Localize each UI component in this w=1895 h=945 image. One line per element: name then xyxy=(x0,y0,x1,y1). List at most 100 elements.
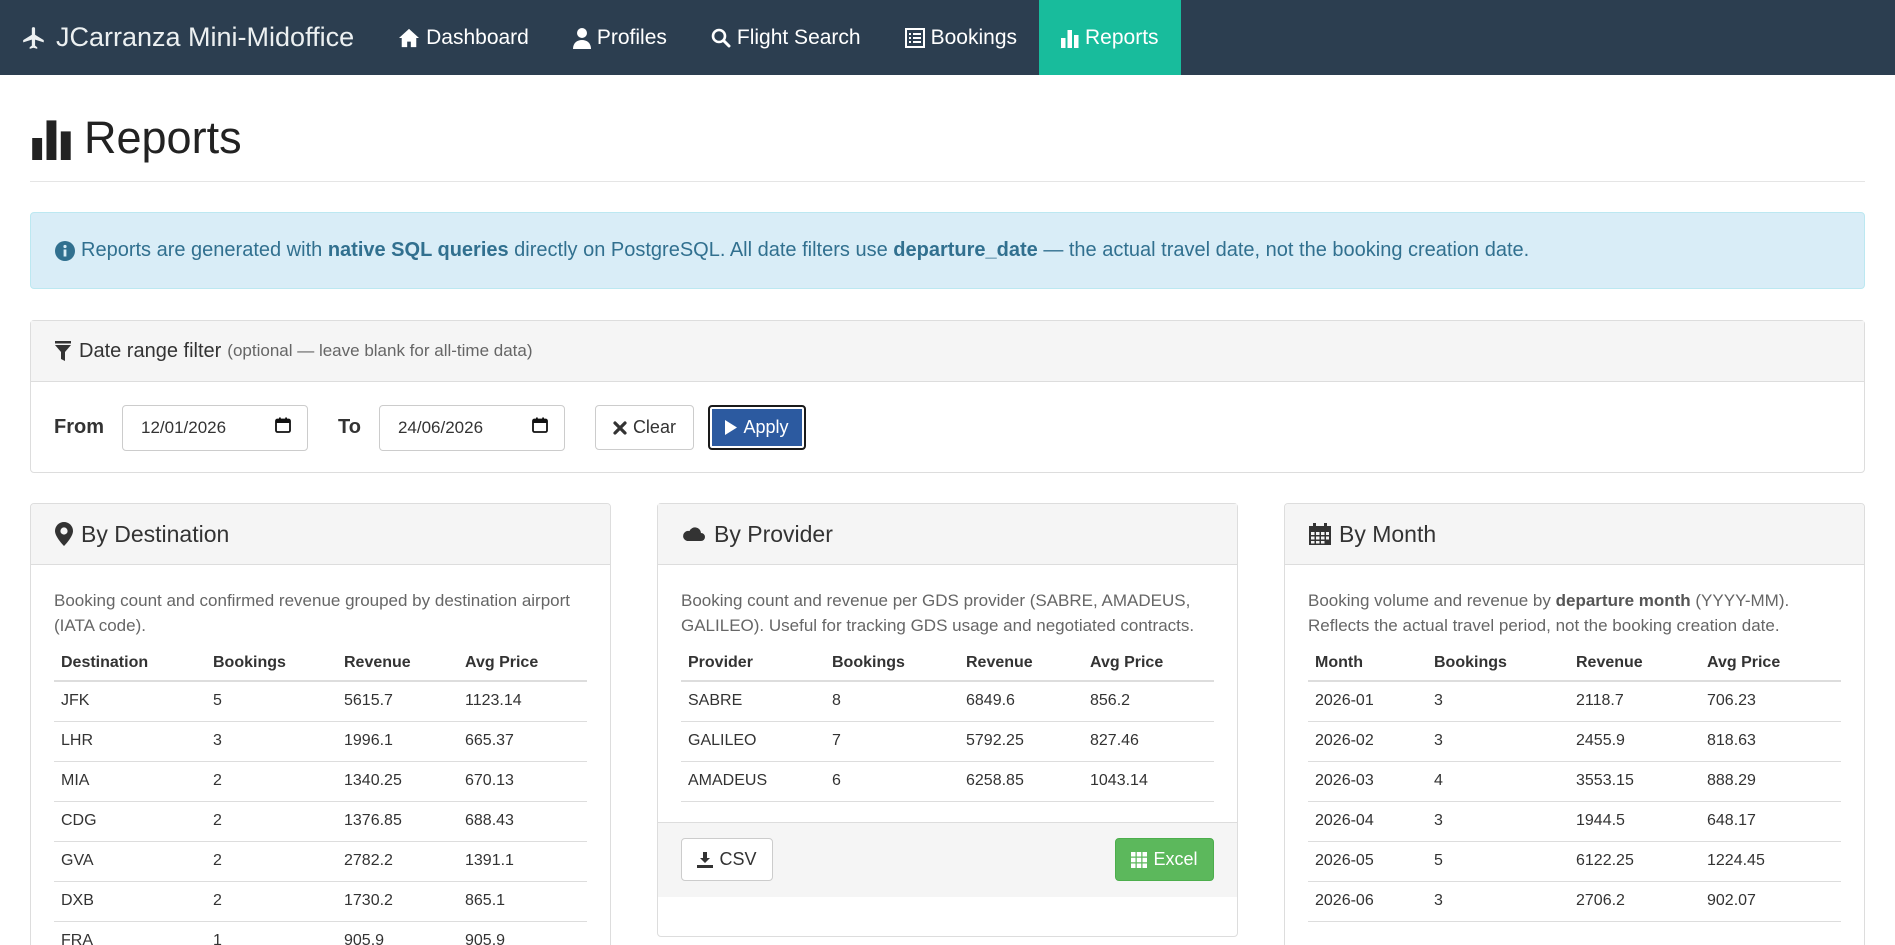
table-row: MIA 2 1340.25 670.13 xyxy=(54,761,587,802)
table-row: AMADEUS 6 6258.85 1043.14 xyxy=(681,761,1214,802)
month-desc: Booking volume and revenue by departure … xyxy=(1308,591,1790,635)
col-avg-price: Avg Price xyxy=(1083,654,1214,682)
table-row: 2026-06 3 2706.2 902.07 xyxy=(1308,881,1841,922)
table-row: 2026-04 3 1944.5 648.17 xyxy=(1308,801,1841,842)
page-header: Reports xyxy=(30,75,1865,182)
table-row: FRA 1 905.9 905.9 xyxy=(54,921,587,945)
main-container: Reports Reports are generated with nativ… xyxy=(0,75,1895,945)
calendar-icon xyxy=(1309,523,1331,545)
calendar-icon[interactable] xyxy=(532,417,548,438)
nav-reports-label: Reports xyxy=(1085,25,1159,49)
filter-icon xyxy=(55,341,71,361)
clear-button[interactable]: Clear xyxy=(594,405,694,450)
provider-desc: Booking count and revenue per GDS provid… xyxy=(681,591,1195,635)
nav-reports[interactable]: Reports xyxy=(1039,0,1181,75)
bar-chart-icon xyxy=(30,116,74,160)
close-icon xyxy=(613,420,627,435)
col-provider: Provider xyxy=(681,654,825,682)
nav-bookings[interactable]: Bookings xyxy=(883,0,1039,75)
page-title: Reports xyxy=(84,112,242,163)
destination-heading: By Destination xyxy=(31,504,610,565)
apply-button[interactable]: Apply xyxy=(707,405,806,450)
col-avg-price: Avg Price xyxy=(1700,654,1841,682)
table-row: SABRE 8 6849.6 856.2 xyxy=(681,681,1214,722)
navbar: JCarranza Mini-Midoffice Dashboard Profi… xyxy=(0,0,1895,75)
date-filter-panel: Date range filter (optional — leave blan… xyxy=(30,320,1865,473)
clear-label: Clear xyxy=(632,417,676,437)
to-label: To xyxy=(338,416,361,438)
report-cards: By Destination Booking count and confirm… xyxy=(30,503,1865,945)
col-revenue: Revenue xyxy=(337,654,458,682)
filter-body: From 12/01/2026 To 24/06/2026 Clear Appl… xyxy=(31,382,1864,473)
destination-card: By Destination Booking count and confirm… xyxy=(30,503,611,945)
apply-label: Apply xyxy=(743,417,789,437)
col-destination: Destination xyxy=(54,654,206,682)
table-row: 2026-02 3 2455.9 818.63 xyxy=(1308,721,1841,762)
table-row: GALILEO 7 5792.25 827.46 xyxy=(681,721,1214,762)
map-marker-icon xyxy=(55,522,73,546)
csv-label: CSV xyxy=(719,849,757,869)
user-icon xyxy=(572,27,591,49)
excel-label: Excel xyxy=(1153,849,1198,869)
filter-title: Date range filter xyxy=(79,339,222,362)
brand[interactable]: JCarranza Mini-Midoffice xyxy=(0,0,376,75)
from-date-value: 12/01/2026 xyxy=(141,417,227,437)
brand-name: JCarranza Mini-Midoffice xyxy=(56,22,355,52)
table-row: 2026-01 3 2118.7 706.23 xyxy=(1308,681,1841,722)
destination-desc: Booking count and confirmed revenue grou… xyxy=(54,591,571,635)
table-row: JFK 5 5615.7 1123.14 xyxy=(54,681,587,722)
month-heading: By Month xyxy=(1285,504,1864,565)
nav-dashboard[interactable]: Dashboard xyxy=(376,0,551,75)
nav-profiles-label: Profiles xyxy=(596,25,667,49)
col-bookings: Bookings xyxy=(1427,654,1569,682)
provider-footer: CSV Excel xyxy=(658,821,1237,897)
table-row: CDG 2 1376.85 688.43 xyxy=(54,801,587,842)
info-icon xyxy=(55,240,75,261)
excel-button[interactable]: Excel xyxy=(1115,838,1214,881)
list-icon xyxy=(904,27,925,48)
col-bookings: Bookings xyxy=(206,654,337,682)
col-revenue: Revenue xyxy=(959,654,1083,682)
to-date-value: 24/06/2026 xyxy=(397,417,484,437)
month-table: Month Bookings Revenue Avg Price 2026-01… xyxy=(1308,654,1841,922)
from-label: From xyxy=(54,416,104,438)
to-date-input[interactable]: 24/06/2026 xyxy=(378,404,565,451)
nav-flight-search-label: Flight Search xyxy=(736,25,861,49)
info-alert: Reports are generated with native SQL qu… xyxy=(30,212,1865,289)
month-title: By Month xyxy=(1339,520,1437,547)
nav-profiles[interactable]: Profiles xyxy=(551,0,689,75)
calendar-icon[interactable] xyxy=(275,417,291,438)
alert-text: Reports are generated with native SQL qu… xyxy=(81,239,1530,261)
provider-title: By Provider xyxy=(714,520,833,547)
table-row: LHR 3 1996.1 665.37 xyxy=(54,721,587,762)
nav-bookings-label: Bookings xyxy=(930,25,1017,49)
destination-title: By Destination xyxy=(81,520,230,547)
bar-chart-icon xyxy=(1061,28,1079,48)
home-icon xyxy=(398,28,420,48)
grid-icon xyxy=(1131,851,1148,868)
search-icon xyxy=(711,28,731,48)
destination-table: Destination Bookings Revenue Avg Price J… xyxy=(54,654,587,945)
col-avg-price: Avg Price xyxy=(458,654,587,682)
csv-button[interactable]: CSV xyxy=(681,838,773,881)
table-row: GVA 2 2782.2 1391.1 xyxy=(54,841,587,882)
play-icon xyxy=(725,420,738,435)
filter-heading: Date range filter (optional — leave blan… xyxy=(31,321,1864,382)
provider-heading: By Provider xyxy=(658,504,1237,565)
download-icon xyxy=(697,851,714,868)
from-date-input[interactable]: 12/01/2026 xyxy=(122,404,308,451)
col-month: Month xyxy=(1308,654,1427,682)
plane-icon xyxy=(21,25,47,51)
table-row: DXB 2 1730.2 865.1 xyxy=(54,881,587,922)
col-revenue: Revenue xyxy=(1569,654,1700,682)
nav-flight-search[interactable]: Flight Search xyxy=(689,0,883,75)
cloud-icon xyxy=(682,525,706,543)
table-row: 2026-05 5 6122.25 1224.45 xyxy=(1308,841,1841,882)
month-card: By Month Booking volume and revenue by d… xyxy=(1284,503,1865,945)
provider-card: By Provider Booking count and revenue pe… xyxy=(657,503,1238,937)
col-bookings: Bookings xyxy=(825,654,959,682)
provider-table: Provider Bookings Revenue Avg Price SABR… xyxy=(681,654,1214,802)
filter-hint: (optional — leave blank for all-time dat… xyxy=(227,341,533,360)
nav-dashboard-label: Dashboard xyxy=(426,25,529,49)
table-row: 2026-03 4 3553.15 888.29 xyxy=(1308,761,1841,802)
